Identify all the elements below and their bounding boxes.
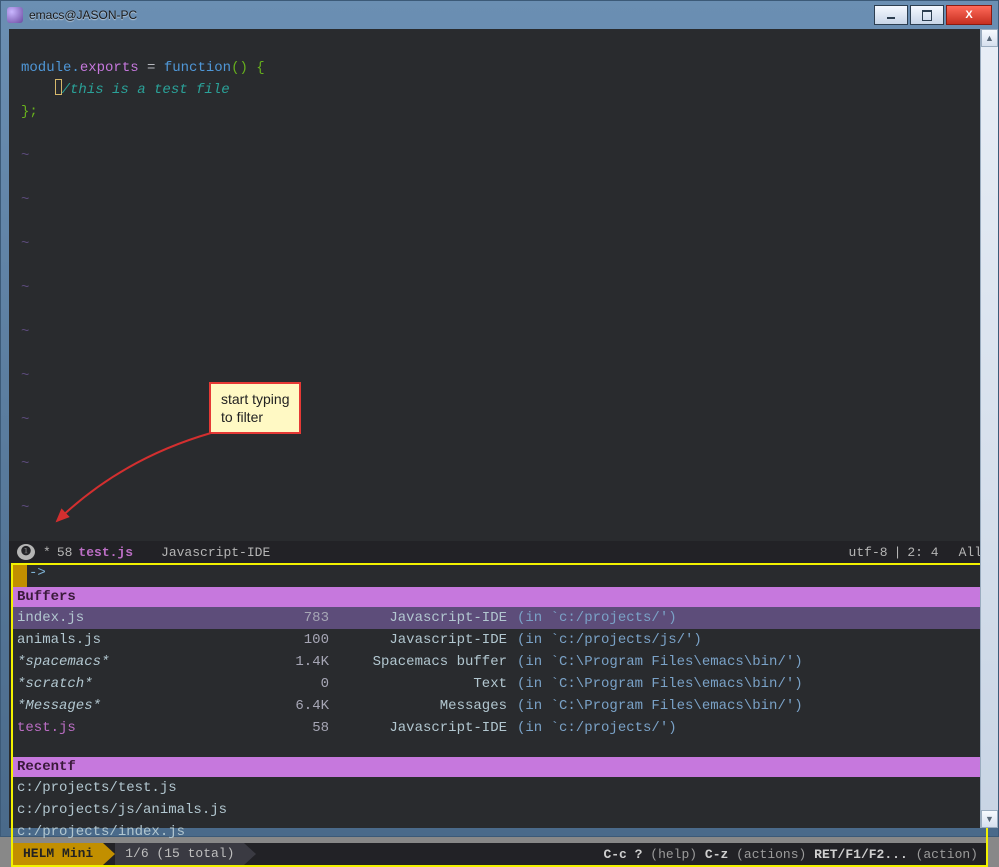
buffer-size: 1.4K bbox=[267, 651, 337, 673]
key-hint: RET/F1/F2... bbox=[814, 847, 908, 862]
empty-line-marker: ~ bbox=[21, 500, 29, 516]
key-desc: (actions) bbox=[736, 847, 806, 862]
buffer-row[interactable]: *spacemacs* 1.4K Spacemacs buffer (in `C… bbox=[13, 651, 986, 673]
scroll-up-icon[interactable]: ▲ bbox=[981, 29, 998, 47]
helm-count: 1/6 (15 total) bbox=[115, 843, 244, 865]
buffer-location: (in `C:\Program Files\emacs\bin/') bbox=[517, 651, 803, 673]
code-keyword: function bbox=[164, 60, 231, 76]
cursor-position: 2: 4 bbox=[907, 545, 938, 560]
buffer-mode: Javascript-IDE bbox=[337, 629, 517, 651]
buffer-list: index.js 783 Javascript-IDE (in `c:/proj… bbox=[13, 607, 986, 739]
window-buttons: X bbox=[872, 5, 992, 25]
buffer-row[interactable]: animals.js 100 Javascript-IDE (in `c:/pr… bbox=[13, 629, 986, 651]
key-hint: C-c ? bbox=[603, 847, 642, 862]
empty-line-marker: ~ bbox=[21, 192, 29, 208]
buffer-name: *Messages* bbox=[17, 695, 267, 717]
callout-text: to filter bbox=[221, 409, 263, 425]
annotation-callout: start typing to filter bbox=[209, 382, 301, 434]
buffer-name: *scratch* bbox=[17, 673, 267, 695]
recentf-item[interactable]: c:/projects/js/animals.js bbox=[13, 799, 986, 821]
helm-gutter bbox=[13, 565, 27, 587]
buffer-filename: test.js bbox=[78, 545, 133, 560]
editor-pane[interactable]: module.exports = function() { /this is a… bbox=[9, 29, 990, 541]
helm-section-buffers: Buffers bbox=[13, 587, 986, 607]
buffer-size: 783 bbox=[267, 607, 337, 629]
buffer-size: 0 bbox=[267, 673, 337, 695]
titlebar[interactable]: emacs@JASON-PC X bbox=[1, 1, 998, 29]
scrollbar-vertical[interactable]: ▲ ▼ bbox=[980, 29, 998, 828]
window-frame: emacs@JASON-PC X module.exports = functi… bbox=[0, 0, 999, 837]
buffer-location: (in `C:\Program Files\emacs\bin/') bbox=[517, 673, 803, 695]
buffer-name: test.js bbox=[17, 717, 267, 739]
close-button[interactable]: X bbox=[946, 5, 992, 25]
code-brace: }; bbox=[21, 104, 38, 120]
modeline: ❶ * 58 test.js Javascript-IDE utf-8 | 2:… bbox=[9, 541, 990, 563]
buffer-row[interactable]: *Messages* 6.4K Messages (in `C:\Program… bbox=[13, 695, 986, 717]
key-desc: (help) bbox=[650, 847, 697, 862]
buffer-mode: Messages bbox=[337, 695, 517, 717]
chevron-right-icon bbox=[244, 843, 256, 865]
buffer-name: *spacemacs* bbox=[17, 651, 267, 673]
buffer-location: (in `C:\Program Files\emacs\bin/') bbox=[517, 695, 803, 717]
buffer-row[interactable]: index.js 783 Javascript-IDE (in `c:/proj… bbox=[13, 607, 986, 629]
empty-line-marker: ~ bbox=[21, 412, 29, 428]
code-punct: () bbox=[231, 60, 256, 76]
helm-mode-label: HELM Mini bbox=[13, 843, 103, 865]
scroll-down-icon[interactable]: ▼ bbox=[981, 810, 998, 828]
helm-prompt-input[interactable]: -> bbox=[27, 565, 986, 587]
scroll-track[interactable] bbox=[981, 47, 998, 810]
empty-line-marker: ~ bbox=[21, 368, 29, 384]
buffer-row[interactable]: *scratch* 0 Text (in `C:\Program Files\e… bbox=[13, 673, 986, 695]
code-property: exports bbox=[80, 60, 139, 76]
buffer-size: 58 bbox=[267, 717, 337, 739]
buffer-location: (in `c:/projects/') bbox=[517, 607, 677, 629]
scroll-indicator: All bbox=[959, 545, 982, 560]
chevron-right-icon bbox=[103, 843, 115, 865]
buffer-size: 100 bbox=[267, 629, 337, 651]
minimize-button[interactable] bbox=[874, 5, 908, 25]
buffer-name: index.js bbox=[17, 607, 267, 629]
code-comment: /this is a test file bbox=[62, 82, 230, 98]
helm-panel: -> Buffers index.js 783 Javascript-IDE (… bbox=[11, 563, 988, 867]
buffer-size: 58 bbox=[57, 545, 73, 560]
helm-hints: C-c ? (help) C-z (actions) RET/F1/F2... … bbox=[603, 847, 986, 862]
buffer-mode: Text bbox=[337, 673, 517, 695]
buffer-name: animals.js bbox=[17, 629, 267, 651]
key-desc: (action) bbox=[916, 847, 978, 862]
buffer-location: (in `c:/projects/') bbox=[517, 717, 677, 739]
callout-text: start typing bbox=[221, 391, 289, 407]
major-mode: Javascript-IDE bbox=[161, 545, 270, 560]
recentf-item[interactable]: c:/projects/test.js bbox=[13, 777, 986, 799]
empty-line-marker: ~ bbox=[21, 148, 29, 164]
window-number-icon: ❶ bbox=[17, 544, 35, 560]
emacs-client: module.exports = function() { /this is a… bbox=[9, 29, 990, 828]
encoding: utf-8 bbox=[849, 545, 888, 560]
maximize-button[interactable] bbox=[910, 5, 944, 25]
code-keyword: module. bbox=[21, 60, 80, 76]
empty-line-marker: ~ bbox=[21, 456, 29, 472]
app-icon bbox=[7, 7, 23, 23]
buffer-mode: Javascript-IDE bbox=[337, 607, 517, 629]
code-op: = bbox=[139, 60, 164, 76]
helm-statusbar: HELM Mini 1/6 (15 total) C-c ? (help) C-… bbox=[13, 843, 986, 865]
empty-line-marker: ~ bbox=[21, 236, 29, 252]
empty-line-marker: ~ bbox=[21, 324, 29, 340]
helm-prompt-row: -> bbox=[13, 565, 986, 587]
cursor bbox=[55, 79, 62, 95]
buffer-mode: Spacemacs buffer bbox=[337, 651, 517, 673]
code-brace: { bbox=[256, 60, 264, 76]
buffer-location: (in `c:/projects/js/') bbox=[517, 629, 702, 651]
helm-section-recentf: Recentf bbox=[13, 757, 986, 777]
key-hint: C-z bbox=[705, 847, 728, 862]
recentf-item[interactable]: c:/projects/index.js bbox=[13, 821, 986, 843]
empty-line-marker: ~ bbox=[21, 280, 29, 296]
buffer-size: 6.4K bbox=[267, 695, 337, 717]
window-title: emacs@JASON-PC bbox=[29, 8, 137, 22]
modified-indicator: * bbox=[43, 545, 51, 560]
buffer-row[interactable]: test.js 58 Javascript-IDE (in `c:/projec… bbox=[13, 717, 986, 739]
buffer-mode: Javascript-IDE bbox=[337, 717, 517, 739]
